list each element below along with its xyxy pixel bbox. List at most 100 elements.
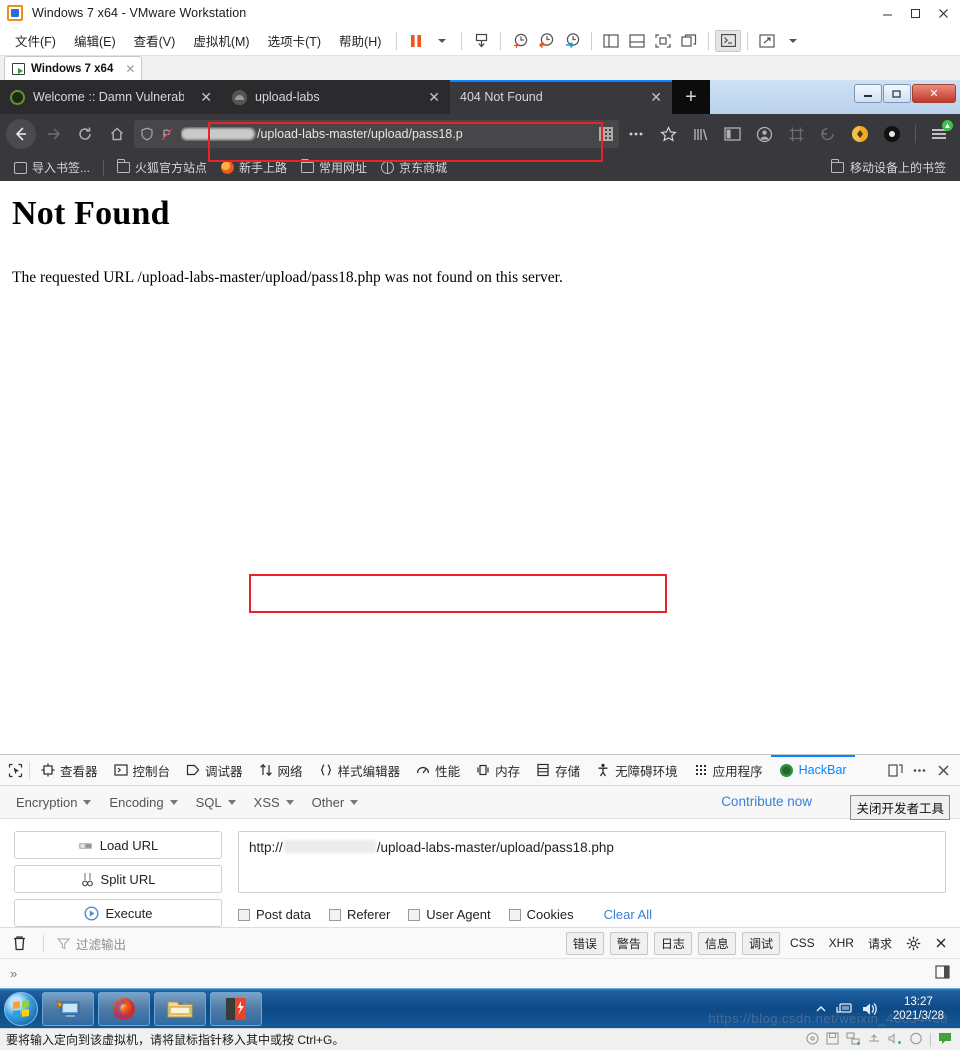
filter-warnings[interactable]: 警告: [609, 931, 648, 955]
responsive-design-mode-icon[interactable]: [884, 759, 906, 781]
sound-icon[interactable]: [888, 1032, 902, 1048]
devtools-tab-style-editor[interactable]: 样式编辑器: [311, 755, 409, 786]
taskbar-item-file-explorer[interactable]: [154, 991, 206, 1026]
taskbar-item-firefox[interactable]: [98, 991, 150, 1026]
devtools-tab-accessibility[interactable]: 无障碍环境: [588, 755, 686, 786]
shield-icon[interactable]: [140, 127, 154, 141]
split-console-icon[interactable]: [935, 965, 950, 982]
stretch-dropdown-icon[interactable]: [780, 30, 806, 52]
back-arrow-icon[interactable]: [6, 119, 36, 149]
browser-tab-upload-labs[interactable]: upload-labs ✕: [222, 80, 450, 114]
new-tab-button[interactable]: +: [672, 80, 710, 114]
pause-icon[interactable]: [403, 30, 429, 52]
menu-icon[interactable]: ▲: [924, 119, 954, 149]
gear-icon[interactable]: [902, 932, 924, 954]
menu-help[interactable]: 帮助(H): [330, 28, 390, 53]
bookmark-folder-firefox-official[interactable]: 火狐官方站点: [111, 157, 213, 178]
fullscreen-icon[interactable]: [650, 30, 676, 52]
devtools-tab-application[interactable]: 应用程序: [686, 755, 771, 786]
address-bar-text[interactable]: /upload-labs-master/upload/pass18.p: [181, 127, 593, 141]
library-icon[interactable]: [685, 119, 715, 149]
hackbar-menu-encryption[interactable]: Encryption: [12, 795, 105, 810]
bookmark-mobile-folder[interactable]: 移动设备上的书签: [825, 157, 952, 178]
usb-icon[interactable]: [867, 1032, 881, 1048]
close-devtools-icon[interactable]: [932, 759, 954, 781]
browser-restore-button[interactable]: [883, 84, 911, 103]
forward-arrow-icon[interactable]: [38, 119, 68, 149]
filter-css[interactable]: CSS: [786, 934, 819, 952]
menu-vm[interactable]: 虚拟机(M): [184, 28, 258, 53]
network-adapter-icon[interactable]: [846, 1032, 860, 1048]
filter-info[interactable]: 信息: [697, 931, 736, 955]
hackbar-menu-sql[interactable]: SQL: [192, 795, 250, 810]
unity-mode-icon[interactable]: [676, 30, 702, 52]
devtools-tab-memory[interactable]: 内存: [468, 755, 528, 786]
suspend-icon[interactable]: [468, 30, 494, 52]
filter-requests[interactable]: 请求: [864, 933, 896, 954]
devtools-tab-storage[interactable]: 存储: [528, 755, 588, 786]
devtools-tab-network[interactable]: 网络: [251, 755, 311, 786]
clear-all-link[interactable]: Clear All: [604, 907, 652, 922]
filter-xhr[interactable]: XHR: [825, 934, 858, 952]
browser-minimize-button[interactable]: [854, 84, 882, 103]
checkbox-box[interactable]: [508, 908, 521, 921]
browser-tab-dvwa[interactable]: Welcome :: Damn Vulnerable ✕: [0, 80, 222, 114]
screenshot-icon[interactable]: [781, 119, 811, 149]
printer-icon[interactable]: [909, 1032, 923, 1048]
browser-tab-404-not-found[interactable]: 404 Not Found ✕: [450, 80, 672, 114]
bookmark-folder-common-sites[interactable]: 常用网址: [295, 157, 373, 178]
start-button[interactable]: [4, 991, 38, 1026]
trash-icon[interactable]: [8, 932, 30, 954]
snapshot-manager-icon[interactable]: [559, 30, 585, 52]
devtools-tab-performance[interactable]: 性能: [408, 755, 468, 786]
user-agent-checkbox[interactable]: User Agent: [408, 907, 491, 922]
home-icon[interactable]: [102, 119, 132, 149]
contribute-link[interactable]: Contribute now: [721, 794, 812, 809]
show-hidden-icons-icon[interactable]: [815, 1004, 827, 1014]
browser-tab-close-icon[interactable]: ✕: [650, 89, 662, 106]
address-bar[interactable]: /upload-labs-master/upload/pass18.p: [134, 120, 619, 148]
load-url-button[interactable]: Load URL: [14, 831, 222, 859]
browser-close-button[interactable]: ✕: [912, 84, 956, 103]
qr-code-icon[interactable]: [599, 127, 613, 141]
close-console-icon[interactable]: [930, 932, 952, 954]
console-input-row[interactable]: »: [0, 958, 960, 988]
bookmark-import[interactable]: 导入书签...: [8, 157, 96, 178]
show-left-pane-icon[interactable]: [598, 30, 624, 52]
browser-tab-close-icon[interactable]: ✕: [200, 89, 212, 106]
undo-icon[interactable]: [813, 119, 843, 149]
sidebar-icon[interactable]: [717, 119, 747, 149]
element-picker-icon[interactable]: [4, 759, 26, 781]
vm-tab-windows7[interactable]: Windows 7 x64 ✕: [4, 56, 143, 80]
console-view-icon[interactable]: [715, 29, 742, 52]
checkbox-box[interactable]: [408, 908, 421, 921]
bookmark-getting-started[interactable]: 新手上路: [215, 157, 293, 178]
page-actions-icon[interactable]: [621, 119, 651, 149]
devtools-tab-hackbar[interactable]: HackBar: [771, 755, 855, 786]
filter-logs[interactable]: 日志: [653, 931, 692, 955]
cookies-checkbox[interactable]: Cookies: [508, 907, 574, 922]
referer-checkbox[interactable]: Referer: [328, 907, 390, 922]
volume-icon[interactable]: [861, 1001, 879, 1017]
vmware-close-button[interactable]: [930, 2, 956, 24]
vmware-maximize-button[interactable]: [902, 2, 928, 24]
menu-tabs[interactable]: 选项卡(T): [259, 28, 330, 53]
hackbar-menu-other[interactable]: Other: [308, 795, 373, 810]
devtools-tab-debugger[interactable]: 调试器: [178, 755, 251, 786]
cd-drive-icon[interactable]: [826, 1032, 839, 1048]
dark-reader-icon[interactable]: [877, 119, 907, 149]
message-log-icon[interactable]: [938, 1032, 952, 1048]
bookmark-jd[interactable]: 京东商城: [375, 157, 453, 178]
vm-tab-close-icon[interactable]: ✕: [125, 62, 135, 76]
bookmark-star-icon[interactable]: [653, 119, 683, 149]
filter-debug[interactable]: 调试: [741, 931, 780, 955]
chevron-down-icon[interactable]: [429, 30, 455, 52]
taskbar-item-remote-desktop[interactable]: [42, 991, 94, 1026]
show-bottom-pane-icon[interactable]: [624, 30, 650, 52]
url-input[interactable]: http:// /upload-labs-master/upload/pass1…: [238, 831, 946, 893]
no-protection-icon[interactable]: [160, 127, 175, 142]
more-options-icon[interactable]: [908, 759, 930, 781]
browser-tab-close-icon[interactable]: ✕: [428, 89, 440, 106]
taskbar-clock[interactable]: 13:27 2021/3/28: [887, 995, 950, 1023]
filter-errors[interactable]: 错误: [565, 931, 604, 955]
